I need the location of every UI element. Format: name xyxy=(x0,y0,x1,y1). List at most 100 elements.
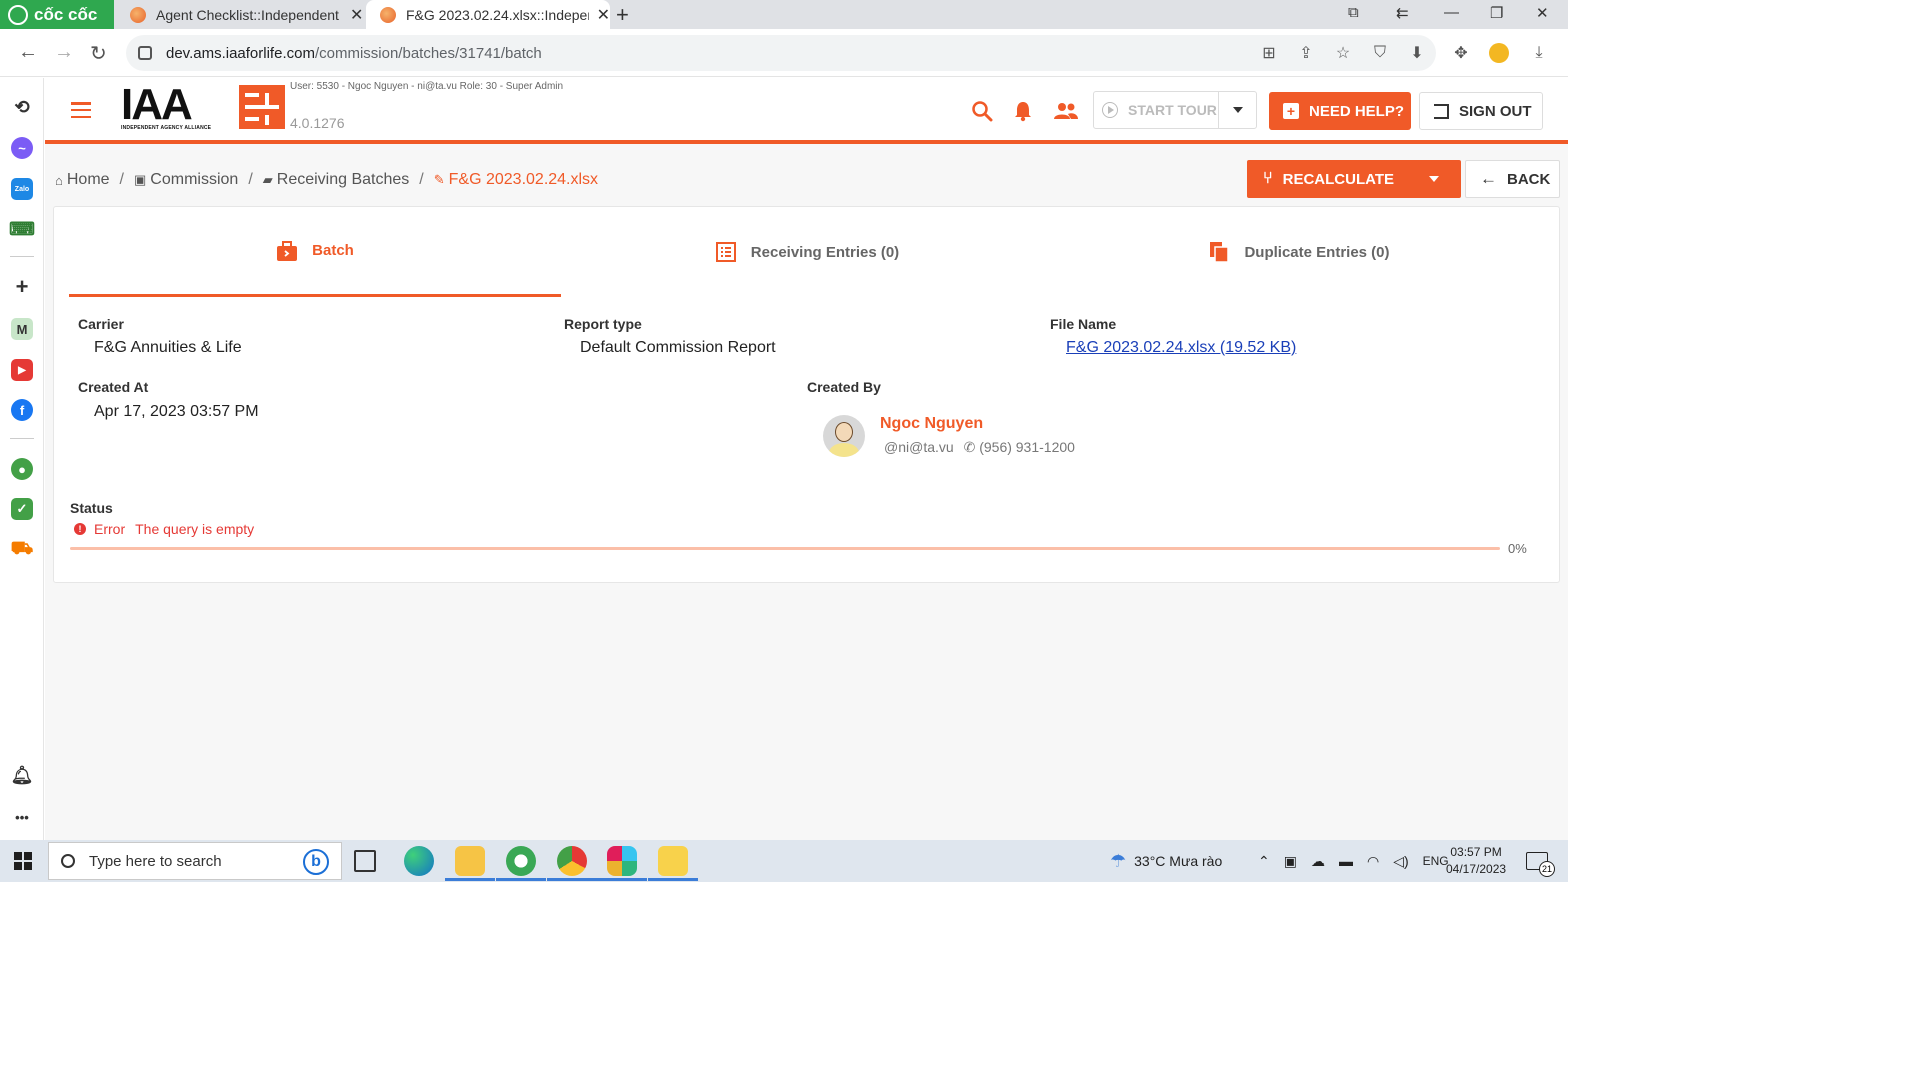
close-tab-icon[interactable]: ✕ xyxy=(597,5,610,25)
breadcrumb-commission[interactable]: Commission xyxy=(150,171,238,189)
file-name-link[interactable]: F&G 2023.02.24.xlsx (19.52 KB) xyxy=(1066,339,1296,357)
cart-icon[interactable]: ⛟ xyxy=(11,538,34,561)
chrome-icon[interactable] xyxy=(557,846,587,876)
back-arrow-icon[interactable]: ← xyxy=(18,41,38,64)
taskbar-active-indicator xyxy=(496,878,546,881)
clock[interactable]: 03:57 PM 04/17/2023 xyxy=(1446,844,1506,878)
language-indicator[interactable]: ENG xyxy=(1423,854,1449,868)
created-by-name[interactable]: Ngoc Nguyen xyxy=(880,415,983,433)
search-placeholder: Type here to search xyxy=(89,852,222,870)
download-box-icon[interactable]: ⬇ xyxy=(1407,43,1427,63)
clock-date: 04/17/2023 xyxy=(1446,862,1507,876)
arrow-left-icon: ← xyxy=(1480,169,1497,188)
share-icon[interactable]: ⇪ xyxy=(1296,43,1316,63)
taskbar-search-input[interactable]: Type here to search b xyxy=(48,842,342,880)
tab-duplicate-entries[interactable]: Duplicate Entries (0) xyxy=(1053,207,1545,297)
add-icon[interactable]: + xyxy=(11,274,33,299)
briefcase-icon: ▰ xyxy=(262,172,273,187)
recalculate-dropdown-icon[interactable] xyxy=(1429,176,1439,182)
close-window-icon[interactable]: ✕ xyxy=(1536,4,1549,22)
edge-icon[interactable] xyxy=(404,846,434,876)
chevron-up-icon[interactable]: ⌃ xyxy=(1258,853,1270,870)
extensions-icon[interactable]: ✥ xyxy=(1451,43,1471,63)
logo-mark-icon xyxy=(239,85,285,129)
facebook-icon[interactable]: f xyxy=(11,399,33,421)
gamepad-icon[interactable]: ⌨ xyxy=(9,218,35,240)
close-tab-icon[interactable]: ✕ xyxy=(350,5,363,25)
recalculate-label: RECALCULATE xyxy=(1282,170,1394,188)
sign-out-icon xyxy=(1434,103,1449,119)
slack-icon[interactable] xyxy=(607,846,637,876)
reload-icon[interactable]: ↻ xyxy=(90,41,107,66)
users-icon[interactable] xyxy=(1053,100,1079,122)
zalo-icon[interactable]: Zalo xyxy=(11,178,33,200)
tab-batch-label: Batch xyxy=(312,242,354,259)
shield-icon[interactable]: ⛉ xyxy=(1370,43,1390,63)
back-arrows-icon[interactable]: ⇇ xyxy=(1396,4,1409,22)
created-at-value: Apr 17, 2023 03:57 PM xyxy=(94,403,259,420)
notification-count: 21 xyxy=(1539,861,1555,877)
iaa-favicon-icon xyxy=(130,6,146,23)
minimize-icon[interactable]: — xyxy=(1444,4,1459,21)
clock-time: 03:57 PM xyxy=(1450,845,1502,859)
bookmark-star-icon[interactable]: ☆ xyxy=(1333,43,1353,63)
bell-icon[interactable]: 🔔︎ xyxy=(11,764,34,786)
start-tour-dropdown[interactable] xyxy=(1218,92,1256,128)
file-explorer-icon[interactable] xyxy=(455,846,485,876)
history-icon[interactable]: ⟲ xyxy=(11,96,33,118)
created-by-label: Created By xyxy=(807,379,881,395)
cast-icon[interactable]: ⧉ xyxy=(1348,4,1359,21)
sidebar-divider xyxy=(10,256,34,257)
play-circle-icon xyxy=(1102,102,1118,118)
created-at-label: Created At xyxy=(78,379,149,395)
wifi-icon[interactable]: ◠ xyxy=(1367,853,1379,870)
created-by-phone: (956) 931-1200 xyxy=(979,439,1075,455)
notification-center-icon[interactable]: 21 xyxy=(1526,852,1555,877)
maximize-icon[interactable]: ❐ xyxy=(1490,4,1503,22)
windows-start-icon[interactable] xyxy=(14,852,32,870)
coccoc-icon[interactable] xyxy=(506,846,536,876)
tab-receiving-entries[interactable]: Receiving Entries (0) xyxy=(561,207,1053,297)
battery-icon[interactable]: ▬ xyxy=(1339,853,1353,869)
back-button[interactable]: ← BACK xyxy=(1465,160,1560,198)
downloads-icon[interactable]: ⤓ xyxy=(1529,43,1549,63)
onedrive-cloud-icon[interactable]: ☁ xyxy=(1311,853,1325,870)
soccer-icon[interactable]: ● xyxy=(11,458,33,480)
tab-batch[interactable]: Batch xyxy=(69,207,561,297)
iaa-logo[interactable]: IAA INDEPENDENT AGENCY ALLIANCE xyxy=(121,83,287,133)
messenger-icon[interactable]: ~ xyxy=(11,137,33,159)
bing-icon[interactable]: b xyxy=(303,849,329,875)
browser-tab-batch[interactable]: F&G 2023.02.24.xlsx::Indepen ✕ xyxy=(366,0,610,29)
recalculate-button[interactable]: ⑂ RECALCULATE xyxy=(1247,160,1461,198)
task-view-icon[interactable] xyxy=(354,850,376,872)
snip-tool-icon[interactable] xyxy=(658,846,688,876)
shop-tag-icon[interactable]: ✓ xyxy=(11,498,33,520)
meet-icon[interactable]: ▣ xyxy=(1284,853,1297,870)
notification-bell-icon[interactable] xyxy=(1012,100,1034,122)
forward-arrow-icon[interactable]: → xyxy=(54,41,74,64)
url-input[interactable]: dev.ams.iaaforlife.com/commission/batche… xyxy=(126,35,1436,71)
sign-out-button[interactable]: SIGN OUT xyxy=(1419,92,1543,130)
start-tour-button[interactable]: START TOUR xyxy=(1093,91,1257,129)
browser-tab-agent-checklist[interactable]: Agent Checklist::Independent ✕ xyxy=(116,0,364,29)
phone-icon: ✆ xyxy=(963,439,976,455)
breadcrumb-home[interactable]: Home xyxy=(67,171,110,189)
profile-avatar-icon[interactable] xyxy=(1489,43,1509,63)
youtube-icon[interactable]: ▶ xyxy=(11,359,33,381)
browser-brand[interactable]: cốc cốc xyxy=(0,0,114,29)
list-icon xyxy=(715,242,736,262)
fork-icon: ⑂ xyxy=(1263,170,1273,187)
search-icon[interactable] xyxy=(971,100,993,122)
menu-icon[interactable] xyxy=(71,102,91,118)
more-icon[interactable]: ••• xyxy=(11,806,33,828)
report-type-value: Default Commission Report xyxy=(580,339,776,356)
m-app-icon[interactable]: M xyxy=(11,318,33,340)
breadcrumb-receiving-batches[interactable]: Receiving Batches xyxy=(277,171,410,189)
volume-icon[interactable]: ◁) xyxy=(1393,853,1408,870)
new-tab-icon[interactable]: + xyxy=(616,2,629,28)
translate-icon[interactable]: ⊞ xyxy=(1259,43,1279,63)
weather-widget[interactable]: ☂ 33°C Mưa rào xyxy=(1110,840,1222,882)
commission-icon: ▣ xyxy=(134,172,147,187)
app-header: IAA INDEPENDENT AGENCY ALLIANCE User: 55… xyxy=(45,78,1568,144)
need-help-button[interactable]: + NEED HELP? xyxy=(1269,92,1411,130)
